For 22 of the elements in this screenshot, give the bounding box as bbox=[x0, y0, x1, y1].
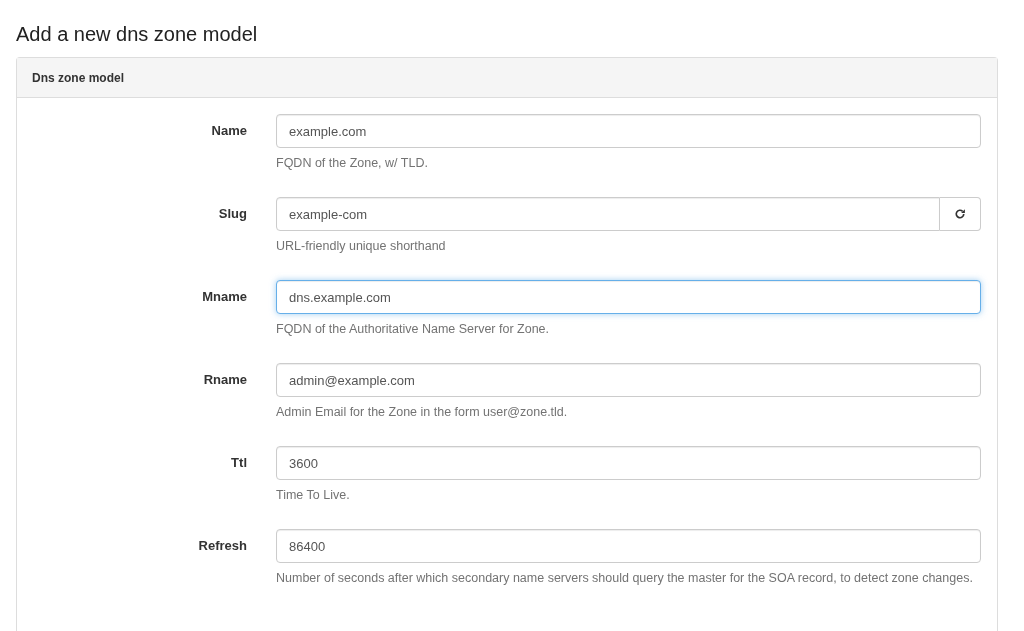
help-text: FQDN of the Authoritative Name Server for Zone. bbox=[276, 321, 551, 338]
field-label: Refresh bbox=[198, 537, 247, 555]
page-title: Add a new dns zone model bbox=[16, 22, 259, 47]
help-text: Admin Email for the Zone in the form user@zone.tld. bbox=[276, 404, 569, 421]
text-field[interactable]: 86400 bbox=[276, 529, 981, 563]
help-text: Time To Live. bbox=[276, 487, 351, 504]
field-label: Mname bbox=[202, 288, 247, 306]
field-label: Ttl bbox=[231, 454, 247, 472]
help-text: Number of seconds after which secondary name servers should query the master for the SOA record, to detect zone changes. bbox=[276, 570, 974, 587]
text-field[interactable]: 3600 bbox=[276, 446, 981, 480]
text-field[interactable]: example-com bbox=[276, 197, 940, 231]
text-field[interactable]: dns.example.com bbox=[276, 280, 981, 314]
text-field[interactable]: admin@example.com bbox=[276, 363, 981, 397]
field-label: Name bbox=[211, 122, 247, 140]
regenerate-button[interactable] bbox=[940, 197, 981, 231]
text-field[interactable]: example.com bbox=[276, 114, 981, 148]
panel-heading: Dns zone model bbox=[32, 70, 124, 85]
help-text: URL-friendly unique shorthand bbox=[276, 238, 447, 255]
refresh-icon bbox=[954, 208, 966, 220]
help-text: FQDN of the Zone, w/ TLD. bbox=[276, 155, 429, 172]
field-label: Rname bbox=[203, 371, 247, 389]
field-label: Slug bbox=[218, 205, 247, 223]
